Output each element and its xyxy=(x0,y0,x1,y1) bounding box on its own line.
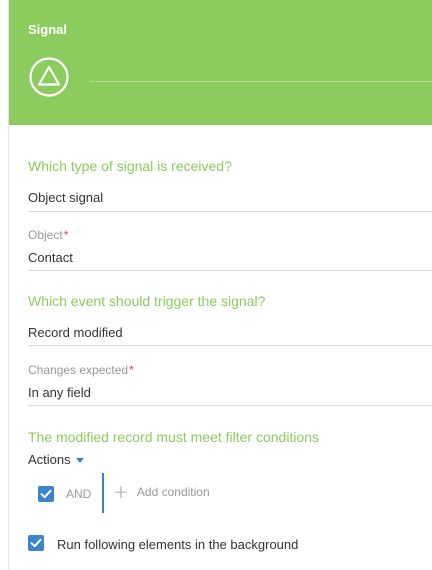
chevron-down-icon xyxy=(75,457,84,463)
section-filter-conditions: The modified record must meet filter con… xyxy=(28,429,320,445)
add-condition-button[interactable]: + Add condition xyxy=(113,481,210,503)
filter-group-bar xyxy=(102,473,104,513)
header-title: Signal xyxy=(28,22,68,37)
section-trigger-event: Which event should trigger the signal? xyxy=(28,293,266,309)
changes-field[interactable]: In any field xyxy=(28,385,91,400)
changes-underline xyxy=(28,405,432,406)
changes-required-mark: * xyxy=(129,363,134,377)
object-field[interactable]: Contact xyxy=(28,250,73,265)
object-required-mark: * xyxy=(63,228,69,242)
signal-triangle-icon xyxy=(29,57,69,97)
add-condition-label: Add condition xyxy=(136,485,210,499)
actions-label: Actions xyxy=(28,452,71,467)
object-label-text: Object xyxy=(28,228,63,242)
object-label: Object* xyxy=(28,228,68,242)
actions-menu-button[interactable]: Actions xyxy=(28,452,84,467)
signal-type-underline xyxy=(28,211,432,212)
header-divider xyxy=(90,81,432,82)
group-operator-and[interactable]: AND xyxy=(66,487,91,501)
checkmark-icon xyxy=(30,538,42,548)
changes-label: Changes expected* xyxy=(28,363,134,377)
checkmark-icon xyxy=(40,489,52,499)
signal-type-field[interactable]: Object signal xyxy=(28,190,103,205)
panel-header: Signal xyxy=(9,0,432,125)
run-in-background-checkbox[interactable] xyxy=(28,535,44,551)
object-underline xyxy=(28,270,432,271)
filter-group-checkbox[interactable] xyxy=(38,486,54,502)
run-in-background-label[interactable]: Run following elements in the background xyxy=(57,537,298,552)
event-field[interactable]: Record modified xyxy=(28,325,123,340)
plus-icon: + xyxy=(113,481,129,503)
signal-element-panel: Signal Which type of signal is received?… xyxy=(8,0,432,570)
changes-label-text: Changes expected xyxy=(28,363,129,377)
section-signal-type: Which type of signal is received? xyxy=(28,158,232,174)
event-underline xyxy=(28,345,432,346)
